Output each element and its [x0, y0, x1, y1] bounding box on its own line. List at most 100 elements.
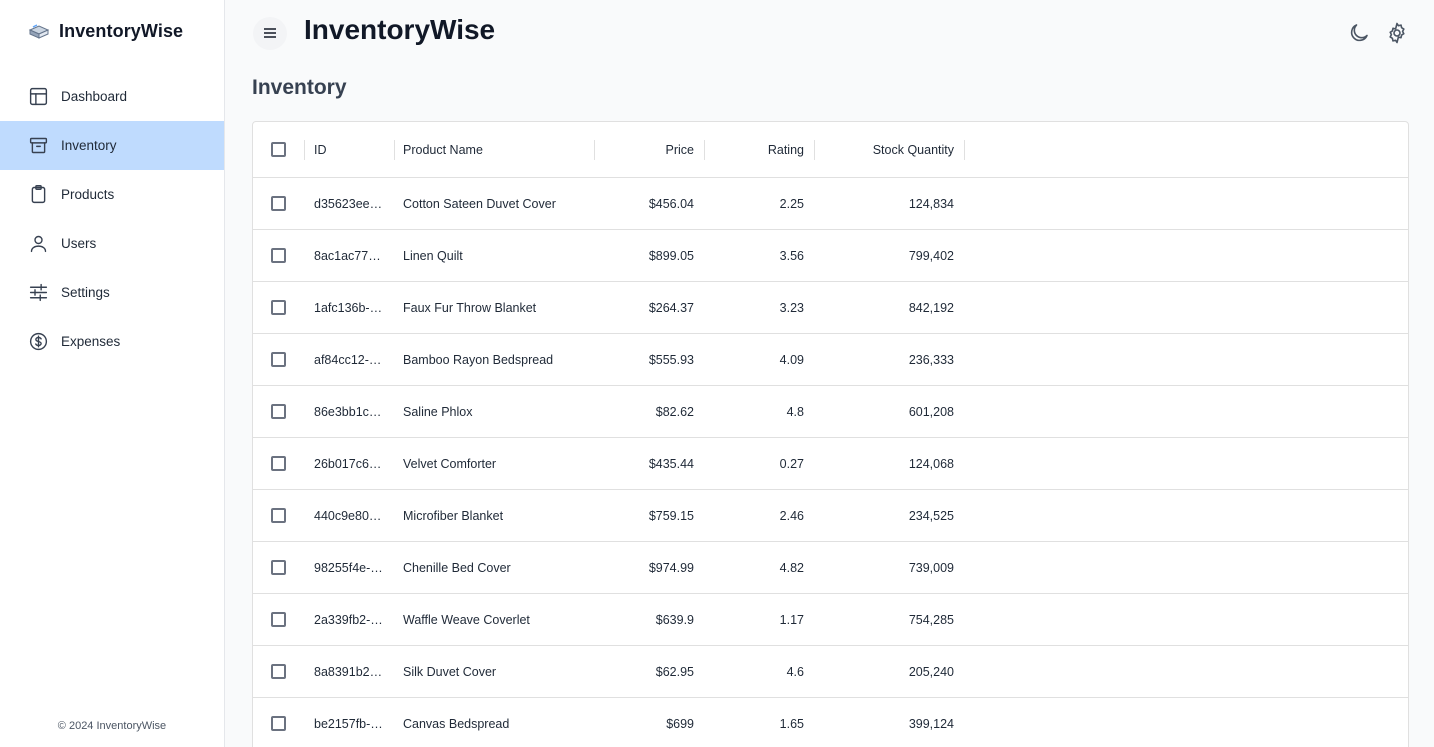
logo-icon — [27, 20, 50, 43]
cell-product-name: Silk Duvet Cover — [403, 664, 497, 679]
inventory-table: ID Product Name Price Rating Stock Quant… — [252, 121, 1409, 747]
cell-id: 86e3bb1c… — [314, 404, 382, 419]
row-checkbox[interactable] — [271, 664, 286, 679]
table-header-row: ID Product Name Price Rating Stock Quant… — [253, 122, 1408, 178]
table-row[interactable]: d35623ee… Cotton Sateen Duvet Cover $456… — [253, 178, 1408, 230]
column-header-stock-quantity[interactable]: Stock Quantity — [814, 122, 964, 177]
cell-rating: 2.25 — [779, 196, 804, 211]
sidebar-item-settings[interactable]: Settings — [0, 268, 224, 317]
column-header-product-name[interactable]: Product Name — [394, 122, 594, 177]
footer-copyright: © 2024 InventoryWise — [57, 720, 167, 732]
page-title: Inventory — [252, 76, 347, 99]
cell-rating: 4.09 — [779, 352, 804, 367]
sidebar-item-products[interactable]: Products — [0, 170, 224, 219]
cell-price: $264.37 — [648, 300, 694, 315]
column-header-price[interactable]: Price — [594, 122, 704, 177]
table-row[interactable]: 8a8391b2… Silk Duvet Cover $62.95 4.6 20… — [253, 646, 1408, 698]
sidebar-item-inventory[interactable]: Inventory — [0, 121, 224, 170]
cell-stock-quantity: 601,208 — [908, 404, 954, 419]
row-checkbox[interactable] — [271, 248, 286, 263]
table-row[interactable]: 26b017c6… Velvet Comforter $435.44 0.27 … — [253, 438, 1408, 490]
cell-product-name: Canvas Bedspread — [403, 716, 510, 731]
cell-price: $456.04 — [648, 196, 694, 211]
cell-rating: 1.65 — [779, 716, 804, 731]
cell-price: $899.05 — [648, 248, 694, 263]
sidebar-item-label: Settings — [61, 285, 110, 300]
cell-id: 8ac1ac77… — [314, 248, 381, 263]
row-checkbox[interactable] — [271, 560, 286, 575]
cell-stock-quantity: 842,192 — [908, 300, 954, 315]
table-row[interactable]: 86e3bb1c… Saline Phlox $82.62 4.8 601,20… — [253, 386, 1408, 438]
cell-price: $82.62 — [655, 404, 694, 419]
menu-icon — [264, 25, 276, 43]
sidebar-item-users[interactable]: Users — [0, 219, 224, 268]
row-checkbox[interactable] — [271, 456, 286, 471]
layout-icon — [28, 86, 49, 107]
cell-stock-quantity: 124,834 — [908, 196, 954, 211]
table-row[interactable]: 440c9e80… Microfiber Blanket $759.15 2.4… — [253, 490, 1408, 542]
cell-price: $639.9 — [655, 612, 694, 627]
dark-mode-toggle[interactable] — [1347, 21, 1371, 45]
cell-rating: 3.23 — [779, 300, 804, 315]
clipboard-icon — [28, 184, 49, 205]
column-separator[interactable] — [964, 140, 965, 160]
cell-product-name: Saline Phlox — [403, 404, 473, 419]
menu-toggle-button[interactable] — [253, 17, 287, 50]
cell-rating: 4.82 — [779, 560, 804, 575]
dollar-circle-icon — [28, 331, 49, 352]
table-row[interactable]: 2a339fb2-… Waffle Weave Coverlet $639.9 … — [253, 594, 1408, 646]
table-row[interactable]: be2157fb-… Canvas Bedspread $699 1.65 39… — [253, 698, 1408, 747]
row-checkbox[interactable] — [271, 196, 286, 211]
cell-stock-quantity: 124,068 — [908, 456, 954, 471]
cell-product-name: Chenille Bed Cover — [403, 560, 511, 575]
cell-stock-quantity: 234,525 — [908, 508, 954, 523]
brand[interactable]: InventoryWise — [27, 18, 183, 44]
select-all-checkbox[interactable] — [271, 142, 286, 157]
cell-rating: 3.56 — [779, 248, 804, 263]
cell-price: $699 — [666, 716, 694, 731]
cell-product-name: Bamboo Rayon Bedspread — [403, 352, 554, 367]
sidebar-item-dashboard[interactable]: Dashboard — [0, 72, 224, 121]
table-row[interactable]: 98255f4e-… Chenille Bed Cover $974.99 4.… — [253, 542, 1408, 594]
column-header-id[interactable]: ID — [304, 122, 394, 177]
cell-stock-quantity: 754,285 — [908, 612, 954, 627]
column-header-rating[interactable]: Rating — [704, 122, 814, 177]
cell-id: 26b017c6… — [314, 456, 382, 471]
cell-product-name: Microfiber Blanket — [403, 508, 504, 523]
row-checkbox[interactable] — [271, 404, 286, 419]
sidebar-item-expenses[interactable]: Expenses — [0, 317, 224, 366]
table-row[interactable]: 1afc136b-… Faux Fur Throw Blanket $264.3… — [253, 282, 1408, 334]
row-checkbox[interactable] — [271, 612, 286, 627]
cell-product-name: Faux Fur Throw Blanket — [403, 300, 537, 315]
cell-price: $555.93 — [648, 352, 694, 367]
row-checkbox[interactable] — [271, 300, 286, 315]
row-checkbox[interactable] — [271, 716, 286, 731]
sidebar: InventoryWise Dashboard Inventory Produc… — [0, 0, 225, 747]
moon-icon — [1347, 24, 1371, 49]
cell-price: $62.95 — [655, 664, 694, 679]
cell-stock-quantity: 799,402 — [908, 248, 954, 263]
cell-price: $759.15 — [648, 508, 694, 523]
table-row[interactable]: 8ac1ac77… Linen Quilt $899.05 3.56 799,4… — [253, 230, 1408, 282]
brand-name: InventoryWise — [59, 20, 184, 41]
cell-stock-quantity: 739,009 — [908, 560, 954, 575]
app-title: InventoryWise — [304, 14, 496, 45]
table-row[interactable]: af84cc12-… Bamboo Rayon Bedspread $555.9… — [253, 334, 1408, 386]
user-icon — [28, 233, 49, 254]
sidebar-item-label: Dashboard — [61, 89, 128, 104]
sliders-icon — [28, 282, 49, 303]
cell-id: d35623ee… — [314, 196, 383, 211]
row-checkbox[interactable] — [271, 352, 286, 367]
sidebar-item-label: Users — [61, 236, 97, 251]
cell-rating: 1.17 — [779, 612, 804, 627]
sidebar-item-label: Expenses — [61, 334, 121, 349]
row-checkbox[interactable] — [271, 508, 286, 523]
cell-stock-quantity: 236,333 — [908, 352, 954, 367]
cell-product-name: Velvet Comforter — [403, 456, 497, 471]
cell-stock-quantity: 399,124 — [908, 716, 954, 731]
cell-id: 98255f4e-… — [314, 560, 383, 575]
settings-button[interactable] — [1385, 21, 1409, 45]
cell-id: af84cc12-… — [314, 352, 382, 367]
cell-product-name: Waffle Weave Coverlet — [403, 612, 530, 627]
sidebar-item-label: Inventory — [61, 138, 117, 153]
